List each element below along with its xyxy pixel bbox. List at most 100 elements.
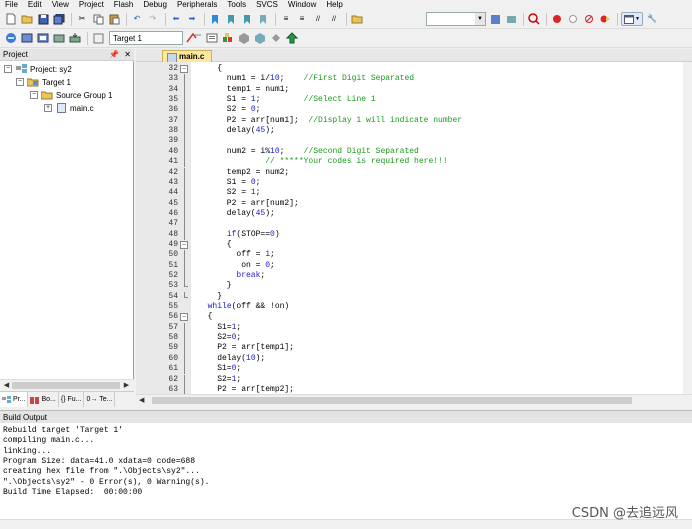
- code-line[interactable]: 55 while(off && !on): [136, 302, 692, 312]
- incremental-find-icon[interactable]: [488, 12, 502, 26]
- scroll-left-icon[interactable]: ◀: [139, 396, 148, 405]
- code-line[interactable]: 46 delay(45);: [136, 208, 692, 220]
- code-line[interactable]: 42 temp2 = num2;: [136, 167, 692, 178]
- enable-breakpoint-icon[interactable]: [566, 12, 580, 26]
- kill-breakpoints-icon[interactable]: [598, 12, 612, 26]
- menu-item-flash[interactable]: Flash: [109, 0, 139, 10]
- download-icon[interactable]: [68, 31, 82, 45]
- find-combo[interactable]: ▼: [426, 12, 486, 26]
- find-icon[interactable]: [504, 12, 518, 26]
- collapse-icon[interactable]: −: [16, 78, 24, 86]
- code-line[interactable]: 35 S1 = 1; //Select Line 1: [136, 95, 692, 106]
- fold-collapse-icon[interactable]: −: [180, 313, 188, 322]
- tab-functions[interactable]: {} Fu...: [59, 392, 85, 407]
- code-line[interactable]: 54 }: [136, 291, 692, 302]
- clear-bookmarks-icon[interactable]: [256, 12, 270, 26]
- save-icon[interactable]: [36, 12, 50, 26]
- menu-item-peripherals[interactable]: Peripherals: [172, 0, 222, 10]
- code-line[interactable]: 41 // *****Your codes is required here!!…: [136, 157, 692, 168]
- next-bookmark-icon[interactable]: [240, 12, 254, 26]
- code-line[interactable]: 37 P2 = arr[num1]; //Display 1 will indi…: [136, 115, 692, 127]
- nav-forward-icon[interactable]: ➡: [185, 12, 199, 26]
- expand-icon[interactable]: +: [44, 104, 52, 112]
- find-in-files-icon[interactable]: [350, 12, 364, 26]
- menu-item-project[interactable]: Project: [74, 0, 109, 10]
- code-editor[interactable]: 32− {33 num1 = i/10; //First Digit Separ…: [136, 62, 692, 394]
- undo-icon[interactable]: ↶: [130, 12, 144, 26]
- tree-node-target[interactable]: − Target 1: [16, 76, 71, 88]
- scroll-thumb[interactable]: [152, 397, 632, 404]
- code-line[interactable]: 51 on = 0;: [136, 260, 692, 271]
- update-packs-icon[interactable]: [269, 31, 283, 45]
- collapse-icon[interactable]: −: [4, 65, 12, 73]
- code-line[interactable]: 59 P2 = arr[temp1];: [136, 343, 692, 354]
- file-extensions-icon[interactable]: [205, 31, 219, 45]
- tab-books[interactable]: Bo...: [28, 392, 59, 407]
- prev-bookmark-icon[interactable]: [224, 12, 238, 26]
- code-line[interactable]: 40 num2 = i%10; //Second Digit Separated: [136, 146, 692, 158]
- close-icon[interactable]: ✕: [124, 50, 131, 59]
- menu-item-edit[interactable]: Edit: [23, 0, 47, 10]
- select-packs-icon[interactable]: [253, 31, 267, 45]
- code-line[interactable]: 52 break;: [136, 271, 692, 282]
- code-line[interactable]: 58 S2=0;: [136, 333, 692, 344]
- bookmark-icon[interactable]: [208, 12, 222, 26]
- tab-main-c[interactable]: main.c: [162, 50, 213, 63]
- scroll-right-icon[interactable]: ▶: [122, 381, 131, 390]
- collapse-icon[interactable]: −: [30, 91, 38, 99]
- build-icon[interactable]: [20, 31, 34, 45]
- comment-icon[interactable]: //: [311, 12, 325, 26]
- open-folder-icon[interactable]: [20, 12, 34, 26]
- copy-icon[interactable]: [91, 12, 105, 26]
- menu-item-file[interactable]: File: [0, 0, 23, 10]
- code-line[interactable]: 38 delay(45);: [136, 126, 692, 137]
- code-line[interactable]: 44 S2 = 1;: [136, 188, 692, 199]
- redo-icon[interactable]: ↷: [146, 12, 160, 26]
- nav-back-icon[interactable]: ⬅: [169, 12, 183, 26]
- code-line[interactable]: 45 P2 = arr[num2];: [136, 198, 692, 209]
- code-line[interactable]: 48 if(STOP==0): [136, 229, 692, 240]
- pack-installer-icon[interactable]: [237, 31, 251, 45]
- code-line[interactable]: 39: [136, 136, 692, 147]
- run-time-environment-icon[interactable]: [285, 31, 299, 45]
- editor-hscrollbar[interactable]: ◀: [136, 394, 692, 405]
- fold-collapse-icon[interactable]: −: [180, 240, 188, 249]
- translate-icon[interactable]: [4, 31, 18, 45]
- tree-node-project[interactable]: − Project: sy2: [4, 63, 72, 75]
- uncomment-icon[interactable]: //: [327, 12, 341, 26]
- tab-templates[interactable]: 0→ Te...: [84, 392, 116, 407]
- manage-components-icon[interactable]: [221, 31, 235, 45]
- unindent-icon[interactable]: ≡: [295, 12, 309, 26]
- configure-icon[interactable]: 🔧: [645, 12, 659, 26]
- menu-item-view[interactable]: View: [47, 0, 74, 10]
- menu-item-help[interactable]: Help: [321, 0, 347, 10]
- indent-icon[interactable]: ≡: [279, 12, 293, 26]
- target-select[interactable]: Target 1: [109, 31, 183, 45]
- cut-icon[interactable]: ✂: [75, 12, 89, 26]
- code-line[interactable]: 60 delay(10);: [136, 353, 692, 365]
- code-line[interactable]: 57 S1=1;: [136, 322, 692, 334]
- scroll-thumb[interactable]: [12, 382, 120, 389]
- scroll-left-icon[interactable]: ◀: [2, 381, 11, 390]
- paste-icon[interactable]: [107, 12, 121, 26]
- code-line[interactable]: 32− {: [136, 64, 692, 74]
- insert-breakpoint-icon[interactable]: [550, 12, 564, 26]
- save-all-icon[interactable]: [52, 12, 66, 26]
- window-layout-icon[interactable]: ▼: [621, 12, 643, 26]
- menu-item-window[interactable]: Window: [283, 0, 321, 10]
- rebuild-icon[interactable]: [36, 31, 50, 45]
- tree-node-file[interactable]: + main.c: [44, 102, 94, 114]
- tab-project[interactable]: Pr...: [0, 392, 29, 407]
- tree-node-group[interactable]: − Source Group 1: [30, 89, 112, 101]
- code-line[interactable]: 56− {: [136, 312, 692, 322]
- start-debug-icon[interactable]: [527, 12, 541, 26]
- code-line[interactable]: 53 }: [136, 281, 692, 291]
- code-line[interactable]: 33 num1 = i/10; //First Digit Separated: [136, 74, 692, 85]
- code-line[interactable]: 47: [136, 219, 692, 230]
- code-line[interactable]: 61 S1=0;: [136, 364, 692, 375]
- menu-item-svcs[interactable]: SVCS: [251, 0, 283, 10]
- code-line[interactable]: 34 temp1 = num1;: [136, 84, 692, 96]
- stop-build-icon[interactable]: [91, 31, 105, 45]
- code-line[interactable]: 63 P2 = arr[temp2];: [136, 384, 692, 394]
- fold-collapse-icon[interactable]: −: [180, 65, 188, 73]
